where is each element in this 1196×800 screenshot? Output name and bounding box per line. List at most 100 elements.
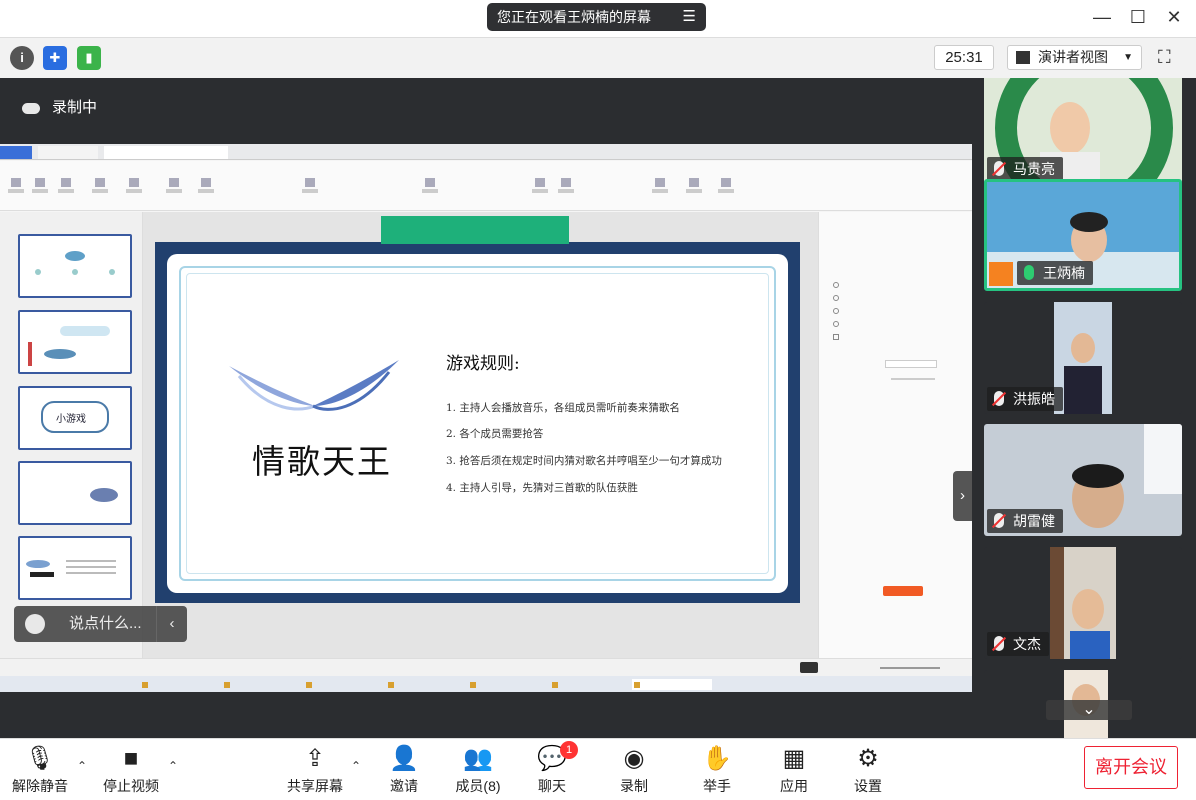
radio-options xyxy=(833,282,839,347)
chat-label: 聊天 xyxy=(538,778,566,794)
emoji-icon[interactable] xyxy=(25,614,45,634)
slide-title: 情歌天王 xyxy=(252,442,392,481)
chevron-left-icon[interactable]: ‹ xyxy=(156,606,187,642)
rule-1: 1. 主持人会播放音乐，各组成员需听前奏来猜歌名 xyxy=(446,402,680,414)
apps-icon: ▦ xyxy=(782,745,806,772)
ribbon-button xyxy=(30,178,50,204)
slide-thumbnail xyxy=(18,461,132,525)
leave-meeting-button[interactable]: 离开会议 xyxy=(1084,746,1178,789)
chevron-down-icon: ▼ xyxy=(1123,52,1133,63)
chat-badge: 1 xyxy=(560,741,578,759)
viewing-banner[interactable]: 您正在观看王炳楠的屏幕 ☰ xyxy=(487,3,706,31)
ribbon-button xyxy=(300,178,320,204)
unmute-button[interactable]: 🎙 解除静音 xyxy=(0,743,80,796)
audio-options-chevron-icon[interactable]: ⌃ xyxy=(77,759,87,773)
ribbon-button xyxy=(716,178,736,204)
rules-heading: 游戏规则: xyxy=(446,354,520,374)
rule-2: 2. 各个成员需要抢答 xyxy=(446,428,544,440)
prop-slider xyxy=(891,378,935,380)
ribbon-button xyxy=(684,178,704,204)
thumb-graphic xyxy=(35,251,115,275)
invite-button[interactable]: 👤 邀请 xyxy=(364,743,444,796)
windows-taskbar xyxy=(0,676,972,692)
rule-4: 4. 主持人引导，先猜对三首歌的队伍获胜 xyxy=(446,482,638,494)
ime-toolbar xyxy=(883,586,923,596)
ribbon-button xyxy=(6,178,26,204)
shield-icon[interactable]: ✚ xyxy=(43,46,67,70)
video-tile[interactable]: 洪振皓 xyxy=(984,302,1182,414)
meeting-controls: 🎙 解除静音 ⌃ ■ 停止视频 ⌃ ⇪ 共享屏幕 ⌃ 👤 邀请 👥 成员(8) … xyxy=(0,738,1196,800)
record-icon: ◉ xyxy=(623,745,645,772)
video-tile[interactable]: 文杰 xyxy=(984,547,1182,659)
apps-button[interactable]: ▦ 应用 xyxy=(754,743,834,796)
ribbon-button xyxy=(196,178,216,204)
video-tile[interactable]: 胡雷健 xyxy=(984,424,1182,536)
ribbon-button xyxy=(420,178,440,204)
recording-label: 录制中 xyxy=(52,99,98,116)
signal-icon[interactable]: ▮ xyxy=(77,46,101,70)
slide-thumbnail xyxy=(18,310,132,374)
video-options-chevron-icon[interactable]: ⌃ xyxy=(168,759,178,773)
stop-video-button[interactable]: ■ 停止视频 xyxy=(91,743,171,796)
mic-muted-icon xyxy=(994,513,1004,528)
mic-muted-icon xyxy=(994,636,1004,651)
taskbar-item xyxy=(386,679,466,690)
thumb-title: 小游戏 xyxy=(56,414,86,425)
members-label: 成员(8) xyxy=(455,778,501,794)
record-button[interactable]: ◉ 录制 xyxy=(594,743,674,796)
settings-label: 设置 xyxy=(854,778,882,794)
participant-name: 王炳楠 xyxy=(1017,261,1093,285)
share-options-chevron-icon[interactable]: ⌃ xyxy=(351,759,361,773)
wps-doc-tab xyxy=(104,146,228,159)
close-icon[interactable]: ✕ xyxy=(1162,7,1186,28)
title-bar: 您正在观看王炳楠的屏幕 ☰ — ☐ ✕ xyxy=(0,0,1196,38)
ribbon-button xyxy=(530,178,550,204)
minimize-icon[interactable]: — xyxy=(1090,7,1114,28)
share-screen-label: 共享屏幕 xyxy=(287,778,343,794)
chat-placeholder: 说点什么... xyxy=(69,615,142,632)
slide-thumbnail: 小游戏 xyxy=(18,386,132,450)
wps-notice-popup xyxy=(381,216,569,244)
participant-name: 文杰 xyxy=(987,632,1049,656)
slide-thumbnail-current xyxy=(18,536,132,600)
scroll-down-chevron-icon[interactable]: ⌄ xyxy=(1046,700,1132,720)
video-tile-active-speaker[interactable]: 王炳楠 xyxy=(984,179,1182,291)
video-tile[interactable]: 马贵亮 xyxy=(984,78,1182,184)
members-button[interactable]: 👥 成员(8) xyxy=(438,743,518,796)
view-mode-dropdown[interactable]: 演讲者视图 ▼ xyxy=(1007,45,1142,70)
ribbon-button xyxy=(56,178,76,204)
viewing-text: 您正在观看王炳楠的屏幕 xyxy=(497,9,651,25)
taskbar-item xyxy=(550,679,630,690)
camera-icon: ■ xyxy=(123,745,139,772)
hand-icon: ✋ xyxy=(702,745,732,772)
slide: 情歌天王 游戏规则: 1. 主持人会播放音乐，各组成员需听前奏来猜歌名 2. 各… xyxy=(155,242,800,603)
raise-hand-button[interactable]: ✋ 举手 xyxy=(677,743,757,796)
slide-thumbnail xyxy=(18,234,132,298)
thumb-graphic xyxy=(90,488,118,502)
avatar-icon xyxy=(989,262,1013,286)
settings-button[interactable]: ⚙ 设置 xyxy=(828,743,908,796)
chat-input[interactable]: 说点什么... ‹ xyxy=(14,606,187,642)
taskbar-item xyxy=(468,679,548,690)
properties-panel xyxy=(818,212,972,658)
wps-status-bar xyxy=(0,658,972,676)
fullscreen-icon[interactable]: ⛶ xyxy=(1158,47,1171,68)
participant-sidebar: 马贵亮 王炳楠 洪振皓 胡雷健 文杰 xyxy=(972,78,1196,738)
share-screen-button[interactable]: ⇪ 共享屏幕 xyxy=(275,743,355,796)
meeting-toolbar: i ✚ ▮ 25:31 演讲者视图 ▼ ⛶ xyxy=(0,38,1196,78)
prop-input xyxy=(885,360,937,368)
info-icon[interactable]: i xyxy=(10,46,34,70)
chat-icon: 💬 xyxy=(537,745,567,772)
maximize-icon[interactable]: ☐ xyxy=(1126,7,1150,28)
chat-button[interactable]: 💬 1 聊天 xyxy=(512,741,592,796)
shared-screen-area: 录制中 小游戏 情歌天王 游戏规则: 1. 主持人会播放音乐，各组成员需听前奏来… xyxy=(0,78,972,738)
zoom-slider xyxy=(880,667,940,669)
slide-thumbnails: 小游戏 xyxy=(0,212,143,658)
collapse-sidebar-button[interactable]: › xyxy=(953,471,972,521)
menu-icon[interactable]: ☰ xyxy=(683,3,696,31)
thumb-graphic xyxy=(26,560,116,577)
slide-border xyxy=(179,266,776,581)
wps-home-tab xyxy=(0,146,32,159)
ribbon-button xyxy=(650,178,670,204)
meeting-timer: 25:31 xyxy=(934,45,994,70)
